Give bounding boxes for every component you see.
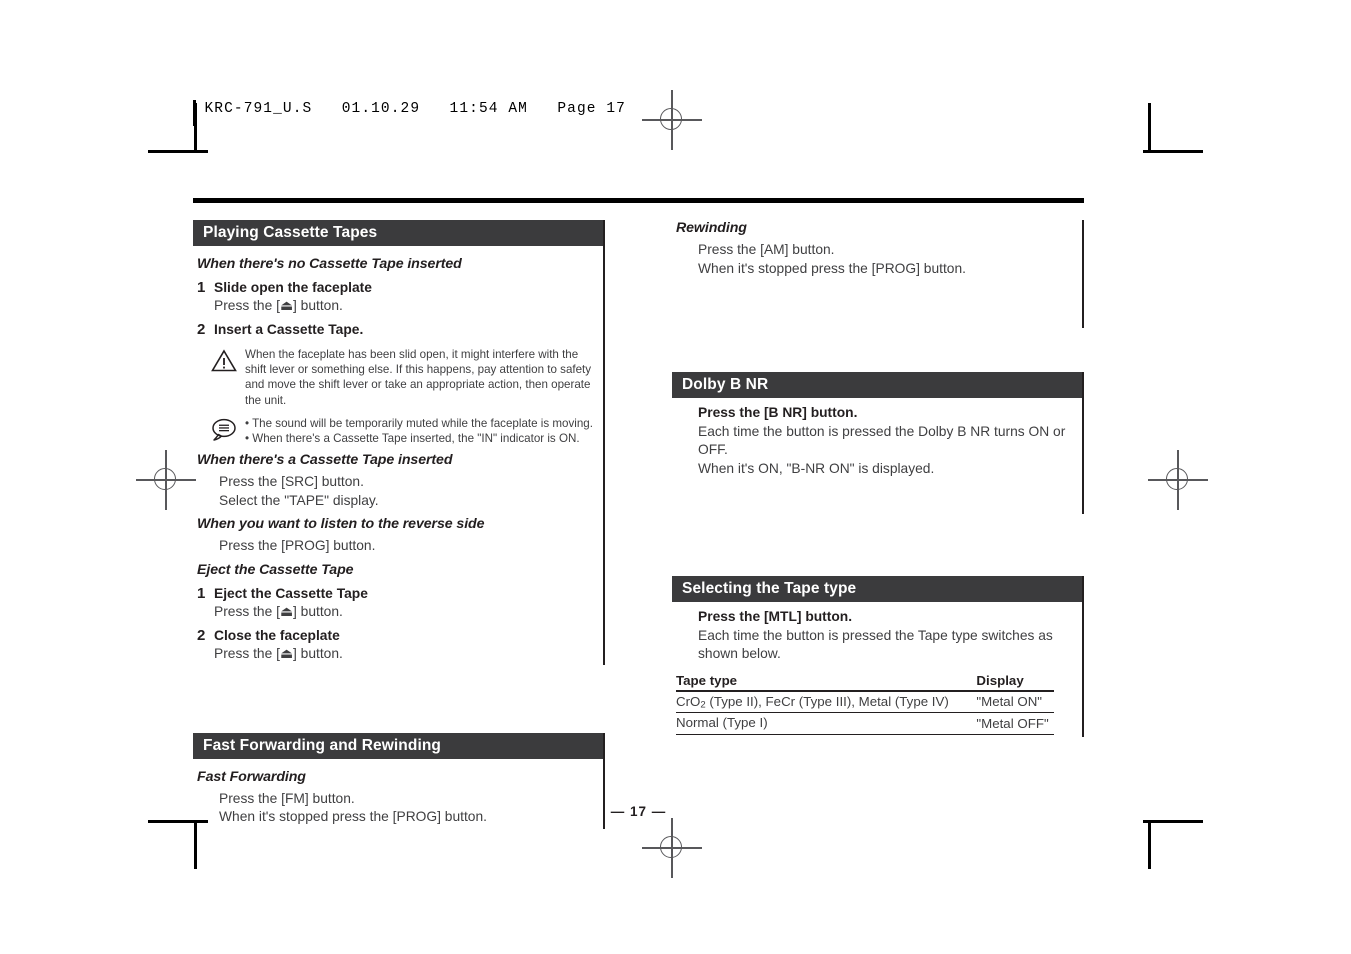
page-content: Playing Cassette Tapes When there's no C… <box>193 198 1084 829</box>
rewinding-line-1: Press the [AM] button. <box>698 242 835 257</box>
tape-type-line-1: Press the [MTL] button. <box>698 609 853 624</box>
subhead-no-tape-inserted: When there's no Cassette Tape inserted <box>197 256 462 272</box>
step-detail: Press the [⏏] button. <box>214 298 343 313</box>
note-speech-bubble-icon <box>211 416 245 446</box>
table-cell-display: "Metal ON" <box>966 690 1054 714</box>
tape-type-rest: (Type II), FeCr (Type III), Metal (Type … <box>705 693 949 709</box>
dolby-line-3: When it's ON, "B-NR ON" is displayed. <box>698 460 935 476</box>
table-header-display: Display <box>966 671 1054 692</box>
registration-mark-right <box>1148 450 1208 510</box>
tape-type-table: Tape type Display CrO2 (Type II), FeCr (… <box>676 671 1054 735</box>
subhead-reverse-side: When you want to listen to the reverse s… <box>197 516 485 533</box>
section-body-dolby: Press the [B NR] button. Each time the b… <box>672 398 1082 512</box>
crop-mark-bottom-left-vertical <box>194 822 197 869</box>
step-slide-open-faceplate: 1 Slide open the faceplate Press the [⏏]… <box>197 279 597 315</box>
registration-mark-bottom <box>642 818 702 878</box>
section-body-tape-type: Press the [MTL] button. Each time the bu… <box>672 602 1082 735</box>
crop-mark-bottom-right-vertical <box>1148 822 1151 869</box>
rewinding-line-2: When it's stopped press the [PROG] butto… <box>698 260 966 276</box>
section-body-rewinding: Rewinding Press the [AM] button. When it… <box>672 220 1082 326</box>
dolby-line-2: Each time the button is pressed the Dolb… <box>698 423 1066 458</box>
section-title-tape-type: Selecting the Tape type <box>672 576 1082 602</box>
note-callout: • The sound will be temporarily muted wh… <box>211 416 597 446</box>
step-insert-cassette-tape: 2 Insert a Cassette Tape. <box>197 321 597 339</box>
table-header-tape-type: Tape type <box>676 671 967 692</box>
reverse-side-line-1: Press the [PROG] button. <box>219 538 376 554</box>
step-number: 1 <box>197 584 206 602</box>
registration-mark-top <box>642 90 702 150</box>
crop-mark-top-left-horizontal <box>148 150 208 153</box>
section-body-playing: When there's no Cassette Tape inserted 1… <box>193 246 603 663</box>
subhead-eject-cassette-tape: Eject the Cassette Tape <box>197 561 354 578</box>
tape-type-prefix: CrO <box>676 693 701 709</box>
warning-text: When the faceplate has been slid open, i… <box>245 348 592 407</box>
section-title-playing: Playing Cassette Tapes <box>193 220 603 246</box>
section-selecting-tape-type: Selecting the Tape type Press the [MTL] … <box>672 576 1084 737</box>
step-number: 2 <box>197 321 206 338</box>
note-text-1: • The sound will be temporarily muted wh… <box>245 416 593 430</box>
right-column: Rewinding Press the [AM] button. When it… <box>672 220 1084 737</box>
subhead-rewinding: Rewinding <box>676 220 747 236</box>
step-eject-cassette-tape: 1 Eject the Cassette Tape Press the [⏏] … <box>197 585 597 621</box>
tape-type-line-2: Each time the button is pressed the Tape… <box>698 627 1053 662</box>
warning-callout: When the faceplate has been slid open, i… <box>211 347 597 408</box>
table-row: Normal (Type I) "Metal OFF" <box>676 712 1054 735</box>
film-header-tick <box>193 100 196 126</box>
film-header-text: KRC-791_U.S 01.10.29 11:54 AM Page 17 <box>204 101 626 117</box>
table-cell-tape-type: CrO2 (Type II), FeCr (Type III), Metal (… <box>676 690 967 714</box>
step-title: Eject the Cassette Tape <box>214 585 368 601</box>
registration-mark-left <box>136 450 196 510</box>
step-detail: Press the [⏏] button. <box>214 603 343 619</box>
table-row: CrO2 (Type II), FeCr (Type III), Metal (… <box>676 690 1054 714</box>
table-body: CrO2 (Type II), FeCr (Type III), Metal (… <box>676 690 1054 735</box>
section-title-dolby: Dolby B NR <box>672 372 1082 398</box>
page-number: — 17 — <box>610 804 667 819</box>
table-header-row: Tape type Display <box>676 671 1054 692</box>
section-playing-cassette-tapes: Playing Cassette Tapes When there's no C… <box>193 220 605 665</box>
warning-triangle-icon <box>211 347 245 408</box>
step-number: 1 <box>197 279 206 296</box>
tape-inserted-line-1: Press the [SRC] button. <box>219 474 364 490</box>
step-title: Close the faceplate <box>214 627 340 643</box>
note-text-2: • When there's a Cassette Tape inserted,… <box>245 432 580 446</box>
warning-text-wrap: When the faceplate has been slid open, i… <box>245 347 597 408</box>
crop-mark-top-right-vertical <box>1148 103 1151 150</box>
table-cell-tape-type: Normal (Type I) <box>676 712 967 735</box>
table-cell-display: "Metal OFF" <box>966 712 1054 735</box>
step-title: Slide open the faceplate <box>214 280 372 295</box>
step-close-faceplate: 2 Close the faceplate Press the [⏏] butt… <box>197 627 597 663</box>
dolby-line-1: Press the [B NR] button. <box>698 405 858 420</box>
step-detail: Press the [⏏] button. <box>214 645 343 661</box>
section-dolby-b-nr: Dolby B NR Press the [B NR] button. Each… <box>672 372 1084 514</box>
step-number: 2 <box>197 626 206 644</box>
subhead-tape-inserted: When there's a Cassette Tape inserted <box>197 452 453 469</box>
subhead-fast-forwarding: Fast Forwarding <box>197 768 306 785</box>
page-top-rule <box>193 198 1084 203</box>
section-rewinding: Rewinding Press the [AM] button. When it… <box>672 220 1084 328</box>
note-text-wrap: • The sound will be temporarily muted wh… <box>245 416 597 446</box>
tape-inserted-line-2: Select the "TAPE" display. <box>219 492 379 508</box>
crop-mark-top-right-horizontal <box>1143 150 1203 153</box>
crop-mark-bottom-right-horizontal <box>1143 820 1203 823</box>
step-title: Insert a Cassette Tape. <box>214 322 364 337</box>
section-title-fast-forwarding: Fast Forwarding and Rewinding <box>193 732 603 759</box>
tape-type-prefix: Normal (Type I) <box>676 715 768 731</box>
film-header: KRC-791_U.S 01.10.29 11:54 AM Page 17 <box>193 100 626 126</box>
left-column: Playing Cassette Tapes When there's no C… <box>193 220 605 829</box>
